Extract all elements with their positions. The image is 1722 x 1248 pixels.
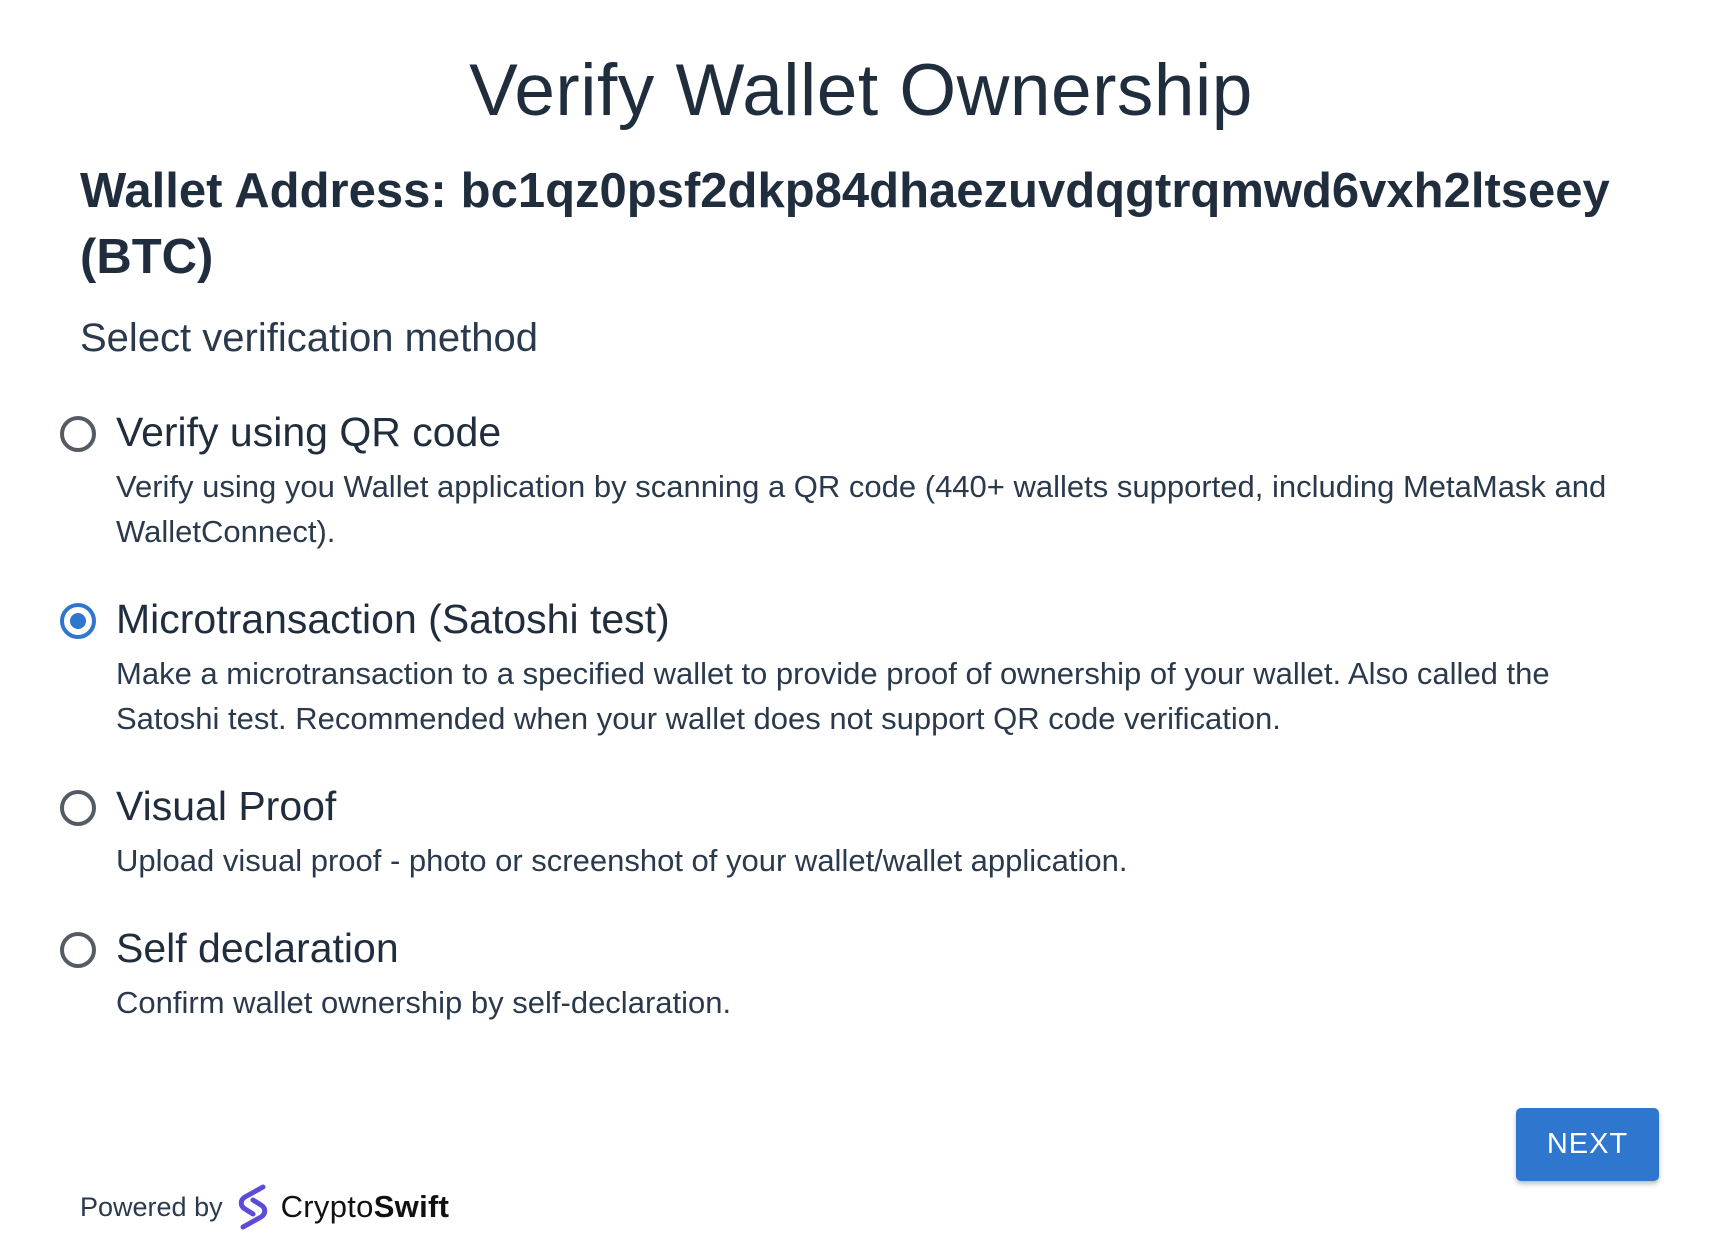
cryptoswift-logo-icon (238, 1184, 267, 1230)
option-description: Make a microtransaction to a specified w… (116, 656, 1550, 736)
wallet-address: Wallet Address: bc1qz0psf2dkp84dhaezuvdqg… (80, 158, 1650, 290)
option-self-declaration[interactable]: Self declaration Confirm wallet ownershi… (60, 918, 731, 1025)
brand-text-bold: Swift (373, 1189, 450, 1224)
option-title: Self declaration (116, 925, 399, 971)
option-qr-code[interactable]: Verify using QR code Verify using you Wa… (60, 402, 1640, 554)
wallet-currency: (BTC) (80, 230, 214, 284)
option-description: Confirm wallet ownership by self-declara… (116, 985, 732, 1020)
option-title: Visual Proof (116, 783, 337, 829)
radio-visual-proof[interactable] (60, 790, 96, 826)
radio-self-declaration[interactable] (60, 932, 96, 968)
cryptoswift-brand[interactable]: CryptoSwift (281, 1189, 450, 1225)
radio-microtransaction[interactable] (60, 603, 96, 639)
page-title: Verify Wallet Ownership (469, 50, 1253, 131)
option-description: Verify using you Wallet application by s… (116, 469, 1607, 549)
next-button[interactable]: NEXT (1516, 1108, 1659, 1181)
powered-by-label: Powered by (80, 1191, 223, 1222)
method-subtitle: Select verification method (80, 316, 539, 360)
option-microtransaction[interactable]: Microtransaction (Satoshi test) Make a m… (60, 589, 1640, 741)
powered-by-footer: Powered by CryptoSwift (80, 1182, 449, 1232)
radio-qr-code[interactable] (60, 416, 96, 452)
option-title: Verify using QR code (116, 409, 502, 455)
option-description: Upload visual proof - photo or screensho… (116, 843, 1128, 878)
wallet-address-value: bc1qz0psf2dkp84dhaezuvdqgtrqmwd6vxh2ltse… (460, 164, 1610, 218)
option-visual-proof[interactable]: Visual Proof Upload visual proof - photo… (60, 776, 1128, 883)
wallet-address-label: Wallet Address: (80, 164, 447, 218)
option-title: Microtransaction (Satoshi test) (116, 596, 670, 642)
brand-text-light: Crypto (280, 1189, 374, 1224)
